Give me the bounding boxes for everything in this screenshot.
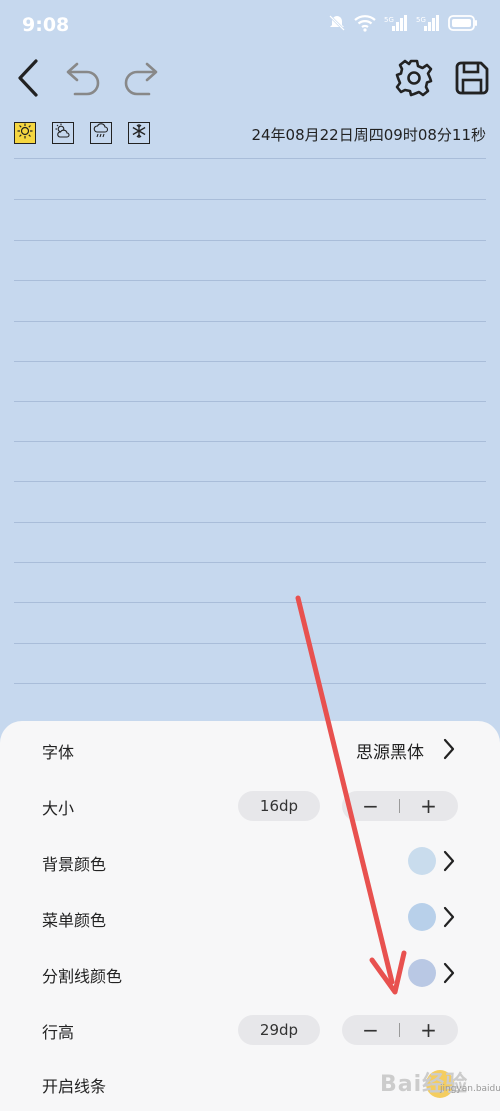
ruled-note-area[interactable] <box>14 158 486 718</box>
meta-row: 24年08月22日周四09时08分11秒 <box>0 118 500 148</box>
svg-text:5G: 5G <box>384 16 394 24</box>
size-decrease-button[interactable]: − <box>342 791 399 821</box>
menu-color-label: 菜单颜色 <box>42 911 107 930</box>
ruled-line <box>14 683 486 684</box>
weather-partly-cloudy[interactable] <box>52 122 74 144</box>
partly-cloudy-icon <box>55 123 71 143</box>
divider-color-label: 分割线颜色 <box>42 967 123 986</box>
battery-icon <box>448 14 478 32</box>
back-icon <box>16 59 40 101</box>
weather-snow[interactable] <box>128 122 150 144</box>
chevron-right-icon <box>442 850 456 872</box>
wifi-icon <box>354 14 376 32</box>
snow-icon <box>131 123 147 143</box>
signal-icon: 5G <box>416 14 440 32</box>
divider-color-row[interactable]: 分割线颜色 <box>0 945 500 1001</box>
line-height-increase-button[interactable]: + <box>400 1015 457 1045</box>
toolbar <box>0 52 500 106</box>
ruled-line <box>14 199 486 200</box>
font-label: 字体 <box>42 743 75 762</box>
save-button[interactable] <box>452 60 492 100</box>
ruled-line <box>14 522 486 523</box>
ruled-line <box>14 280 486 281</box>
size-value: 16dp <box>238 791 320 821</box>
line-height-stepper: − + <box>342 1015 458 1045</box>
ruled-line <box>14 441 486 442</box>
save-icon <box>453 59 491 101</box>
status-time: 9:08 <box>22 14 70 36</box>
font-value: 思源黑体 <box>356 743 424 763</box>
ruled-line <box>14 602 486 603</box>
weather-rain[interactable] <box>90 122 112 144</box>
size-stepper: − + <box>342 791 458 821</box>
watermark-sub: jingyan.baidu.com <box>440 1084 500 1094</box>
signal-icon: 5G <box>384 14 408 32</box>
settings-button[interactable] <box>394 58 434 102</box>
sunny-icon <box>17 123 33 143</box>
settings-icon <box>394 58 434 102</box>
status-bar: 9:08 5G 5G <box>0 0 500 52</box>
redo-icon <box>121 60 159 100</box>
chevron-right-icon <box>442 906 456 928</box>
menu-color-swatch <box>408 903 436 931</box>
background-color-label: 背景颜色 <box>42 855 107 874</box>
date-time-text: 24年08月22日周四09时08分11秒 <box>251 126 486 144</box>
redo-button[interactable] <box>120 60 160 100</box>
background-color-row[interactable]: 背景颜色 <box>0 833 500 889</box>
mute-icon <box>328 14 346 32</box>
ruled-line <box>14 643 486 644</box>
size-label: 大小 <box>42 799 75 818</box>
status-icons: 5G 5G <box>328 14 478 32</box>
back-button[interactable] <box>8 59 48 101</box>
line-height-label: 行高 <box>42 1023 75 1042</box>
svg-text:5G: 5G <box>416 16 426 24</box>
settings-sheet: 字体 思源黑体 大小 16dp − + 背景颜色 菜单颜色 分割线颜色 行高 2… <box>0 721 500 1111</box>
ruled-line <box>14 361 486 362</box>
ruled-line <box>14 158 486 159</box>
chevron-right-icon <box>442 962 456 984</box>
size-row: 大小 16dp − + <box>0 777 500 833</box>
undo-icon <box>65 60 103 100</box>
ruled-line <box>14 481 486 482</box>
size-increase-button[interactable]: + <box>400 791 457 821</box>
enable-lines-label: 开启线条 <box>42 1077 107 1096</box>
weather-sunny[interactable] <box>14 122 36 144</box>
ruled-line <box>14 240 486 241</box>
undo-button[interactable] <box>64 60 104 100</box>
font-row[interactable]: 字体 思源黑体 <box>0 721 500 777</box>
divider-color-swatch <box>408 959 436 987</box>
ruled-line <box>14 401 486 402</box>
ruled-line <box>14 562 486 563</box>
line-height-value: 29dp <box>238 1015 320 1045</box>
line-height-decrease-button[interactable]: − <box>342 1015 399 1045</box>
menu-color-row[interactable]: 菜单颜色 <box>0 889 500 945</box>
ruled-line <box>14 321 486 322</box>
line-height-row: 行高 29dp − + <box>0 1001 500 1057</box>
background-color-swatch <box>408 847 436 875</box>
rain-icon <box>93 123 109 143</box>
watermark-logo: Bai经验 jingyan.baidu.com <box>380 1060 500 1100</box>
chevron-right-icon <box>442 738 456 760</box>
